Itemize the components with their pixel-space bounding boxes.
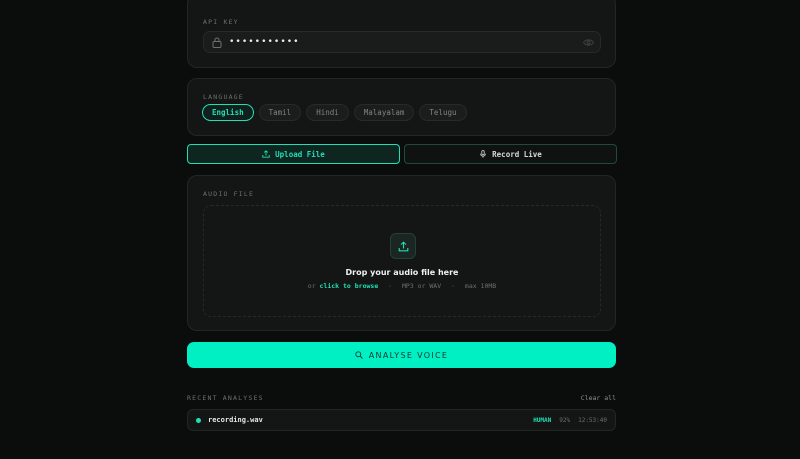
api-key-label: API KEY [203, 18, 239, 26]
eye-icon[interactable] [583, 38, 594, 47]
audio-file-card: AUDIO FILE Drop your audio file here or … [187, 175, 616, 331]
language-card: LANGUAGE English Tamil Hindi Malayalam T… [187, 78, 616, 136]
api-key-field[interactable]: ••••••••••• [203, 31, 601, 53]
recent-analyses-label: RECENT ANALYSES [187, 394, 264, 402]
language-chip-english[interactable]: English [202, 104, 254, 121]
language-options: English Tamil Hindi Malayalam Telugu [202, 104, 467, 121]
record-live-tab[interactable]: Record Live [404, 144, 617, 164]
language-label: LANGUAGE [203, 93, 244, 101]
upload-icon [262, 150, 270, 158]
upload-file-tab[interactable]: Upload File [187, 144, 400, 164]
audio-file-label: AUDIO FILE [203, 190, 255, 198]
drop-or-text: or [307, 282, 316, 290]
language-chip-tamil[interactable]: Tamil [258, 104, 302, 121]
api-key-card: API KEY ••••••••••• [187, 0, 616, 68]
api-key-value: ••••••••••• [229, 37, 300, 47]
drop-upload-icon-box [390, 233, 416, 259]
browse-link[interactable]: click to browse [320, 282, 379, 290]
clear-all-button[interactable]: Clear all [581, 394, 616, 402]
analyse-voice-button[interactable]: ANALYSE VOICE [187, 342, 616, 368]
verdict-badge: HUMAN [533, 417, 552, 424]
analyse-voice-label: ANALYSE VOICE [368, 350, 449, 360]
status-dot [196, 418, 201, 423]
confidence-value: 92% [559, 417, 571, 424]
upload-file-label: Upload File [275, 149, 325, 159]
separator-dot: · [451, 282, 455, 290]
recent-file-name: recording.wav [208, 416, 263, 424]
language-chip-malayalam[interactable]: Malayalam [353, 104, 415, 121]
upload-icon [398, 240, 408, 251]
drop-title: Drop your audio file here [345, 268, 459, 277]
recent-row-meta: HUMAN 92% 12:53:40 [533, 417, 607, 424]
recent-analysis-row[interactable]: recording.wav HUMAN 92% 12:53:40 [187, 409, 616, 431]
search-icon [355, 351, 363, 359]
audio-drop-zone[interactable]: Drop your audio file here or click to br… [203, 205, 601, 317]
app-root: API KEY ••••••••••• LANGUAGE English Tam… [0, 0, 800, 459]
record-live-label: Record Live [492, 149, 542, 159]
timestamp: 12:53:40 [578, 417, 607, 424]
language-chip-telugu[interactable]: Telugu [419, 104, 467, 121]
language-chip-hindi[interactable]: Hindi [306, 104, 349, 121]
accepted-formats: MP3 or WAV [402, 282, 442, 290]
drop-subtitle: or click to browse · MP3 or WAV · max 10… [204, 282, 600, 290]
max-file-size: max 10MB [464, 282, 497, 290]
lock-icon [212, 37, 222, 48]
microphone-icon [480, 150, 486, 158]
separator-dot: · [388, 282, 393, 290]
